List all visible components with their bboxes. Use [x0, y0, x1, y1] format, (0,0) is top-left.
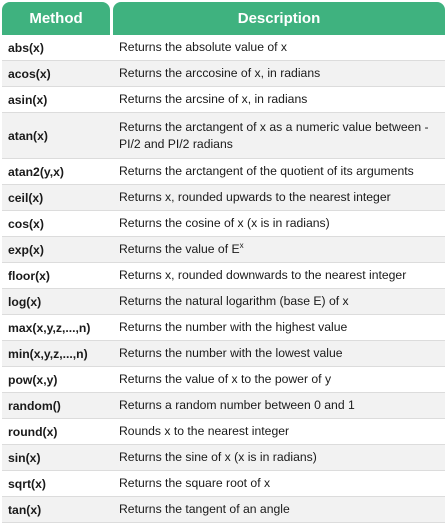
method-cell: cos(x): [8, 216, 44, 231]
description-cell: Returns the arctangent of x as a numeric…: [119, 119, 429, 151]
method-cell: tan(x): [8, 502, 42, 517]
table-row: round(x) Rounds x to the nearest integer: [2, 419, 445, 445]
table-row: acos(x) Returns the arccosine of x, in r…: [2, 61, 445, 87]
description-cell: Returns a random number between 0 and 1: [119, 398, 355, 412]
description-cell: Returns the square root of x: [119, 476, 271, 490]
math-methods-table: Method Description abs(x) Returns the ab…: [2, 2, 445, 523]
description-cell: Returns x, rounded upwards to the neares…: [119, 190, 391, 204]
description-cell: Returns the sine of x (x is in radians): [119, 450, 317, 464]
method-cell: asin(x): [8, 92, 48, 107]
method-cell: atan2(y,x): [8, 164, 64, 179]
table-row: random() Returns a random number between…: [2, 393, 445, 419]
description-cell: Returns the cosine of x (x is in radians…: [119, 216, 330, 230]
description-cell: Returns the arctangent of the quotient o…: [119, 164, 414, 178]
method-cell: random(): [8, 398, 61, 413]
description-cell: Returns x, rounded downwards to the near…: [119, 268, 407, 282]
description-cell: Returns the number with the lowest value: [119, 346, 343, 360]
table-row: atan2(y,x) Returns the arctangent of the…: [2, 159, 445, 185]
method-cell: min(x,y,z,...,n): [8, 346, 88, 361]
description-cell: Returns the tangent of an angle: [119, 502, 290, 516]
table-row: pow(x,y) Returns the value of x to the p…: [2, 367, 445, 393]
description-cell: Returns the absolute value of x: [119, 40, 288, 54]
description-cell: Rounds x to the nearest integer: [119, 424, 290, 438]
method-column-header: Method: [2, 2, 110, 35]
description-text: Returns the value of E: [119, 242, 240, 256]
description-cell: Returns the value of Ex: [112, 241, 445, 258]
description-cell: Returns the value of x to the power of y: [119, 372, 332, 386]
method-cell: sin(x): [8, 450, 41, 465]
description-column-header: Description: [113, 2, 445, 35]
table-row: max(x,y,z,...,n) Returns the number with…: [2, 315, 445, 341]
table-row: sin(x) Returns the sine of x (x is in ra…: [2, 445, 445, 471]
table-row: abs(x) Returns the absolute value of x: [2, 35, 445, 61]
table-row: cos(x) Returns the cosine of x (x is in …: [2, 211, 445, 237]
method-cell: sqrt(x): [8, 476, 46, 491]
method-cell: ceil(x): [8, 190, 44, 205]
exponent-superscript: x: [239, 240, 244, 250]
method-cell: max(x,y,z,...,n): [8, 320, 91, 335]
method-cell: atan(x): [8, 128, 48, 143]
method-cell: exp(x): [8, 242, 44, 257]
description-cell: Returns the arccosine of x, in radians: [119, 66, 321, 80]
table-row: floor(x) Returns x, rounded downwards to…: [2, 263, 445, 289]
table-row: exp(x) Returns the value of Ex: [2, 237, 445, 263]
table-header: Method Description: [2, 2, 445, 35]
method-cell: round(x): [8, 424, 58, 439]
table-row: sqrt(x) Returns the square root of x: [2, 471, 445, 497]
table-row: min(x,y,z,...,n) Returns the number with…: [2, 341, 445, 367]
table-row: asin(x) Returns the arcsine of x, in rad…: [2, 87, 445, 113]
table-row: atan(x) Returns the arctangent of x as a…: [2, 113, 445, 159]
method-cell: abs(x): [8, 40, 44, 55]
method-cell: floor(x): [8, 268, 50, 283]
method-cell: log(x): [8, 294, 42, 309]
description-cell: Returns the arcsine of x, in radians: [119, 92, 308, 106]
description-cell: Returns the natural logarithm (base E) o…: [119, 294, 349, 308]
table-row: ceil(x) Returns x, rounded upwards to th…: [2, 185, 445, 211]
table-row: log(x) Returns the natural logarithm (ba…: [2, 289, 445, 315]
description-cell: Returns the number with the highest valu…: [119, 320, 348, 334]
method-cell: pow(x,y): [8, 372, 58, 387]
method-cell: acos(x): [8, 66, 51, 81]
table-row: tan(x) Returns the tangent of an angle: [2, 497, 445, 523]
